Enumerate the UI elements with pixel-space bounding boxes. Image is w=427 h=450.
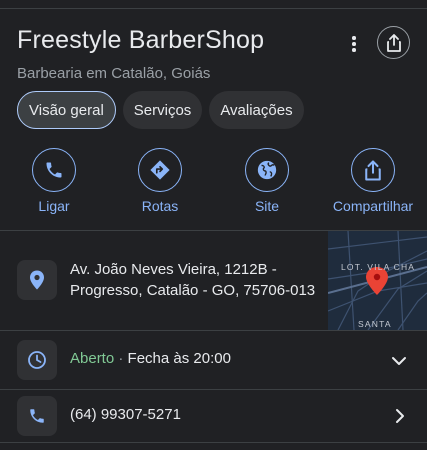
map-thumbnail[interactable]: LOT. VILA CHA SANTA <box>328 231 427 330</box>
divider <box>0 8 427 9</box>
directions-icon <box>150 160 170 180</box>
place-panel: Freestyle BarberShop Barbearia em Catalã… <box>0 0 427 450</box>
share-action[interactable]: Compartilhar <box>323 148 423 214</box>
place-title: Freestyle BarberShop <box>17 26 265 54</box>
map-label-top: LOT. VILA CHA <box>341 262 416 272</box>
website-button[interactable] <box>245 148 289 192</box>
website-label: Site <box>254 198 280 214</box>
address-line-1: Av. João Neves Vieira, 1212B - <box>70 261 277 278</box>
call-label: Ligar <box>38 198 70 214</box>
share-label: Compartilhar <box>332 198 414 214</box>
map-streets <box>328 231 427 330</box>
divider <box>0 389 427 390</box>
phone-icon-box <box>17 396 57 436</box>
call-action[interactable]: Ligar <box>4 148 104 214</box>
share-icon <box>365 159 381 181</box>
place-category: Barbearia em Catalão, Goiás <box>17 65 211 82</box>
phone-number[interactable]: (64) 99307-5271 <box>70 406 181 423</box>
address-line-2: Progresso, Catalão - GO, 75706-013 <box>70 282 316 299</box>
website-action[interactable]: Site <box>217 148 317 214</box>
address-text[interactable]: Av. João Neves Vieira, 1212B - Progresso… <box>70 259 322 301</box>
address-icon-box <box>17 260 57 300</box>
directions-button[interactable] <box>138 148 182 192</box>
share-action-button[interactable] <box>351 148 395 192</box>
chevron-right-icon[interactable] <box>392 407 408 425</box>
location-pin-icon <box>30 270 44 290</box>
tab-bar: Visão geral Serviços Avaliações <box>17 91 304 129</box>
separator-dot: · <box>118 350 124 367</box>
hours-icon-box <box>17 340 57 380</box>
divider <box>0 330 427 331</box>
tab-reviews[interactable]: Avaliações <box>209 91 304 129</box>
chevron-down-icon[interactable] <box>390 352 408 370</box>
call-button[interactable] <box>32 148 76 192</box>
share-icon <box>386 33 401 52</box>
more-vert-icon <box>352 36 356 40</box>
tab-services[interactable]: Serviços <box>122 91 203 129</box>
share-button[interactable] <box>377 26 410 59</box>
divider <box>0 442 427 443</box>
clock-icon <box>28 351 46 369</box>
directions-action[interactable]: Rotas <box>110 148 210 214</box>
tab-overview[interactable]: Visão geral <box>17 91 116 129</box>
globe-icon <box>257 160 277 180</box>
directions-label: Rotas <box>141 198 179 214</box>
hours-info[interactable]: Aberto · Fecha às 20:00 <box>70 350 231 367</box>
phone-icon <box>30 409 44 423</box>
closing-time: Fecha às 20:00 <box>127 350 231 367</box>
more-options-button[interactable] <box>343 32 365 56</box>
open-status: Aberto <box>70 350 115 367</box>
phone-icon <box>46 162 62 178</box>
action-buttons: Ligar Rotas Site Compartilhar <box>0 148 427 218</box>
map-label-bottom: SANTA <box>358 319 392 329</box>
